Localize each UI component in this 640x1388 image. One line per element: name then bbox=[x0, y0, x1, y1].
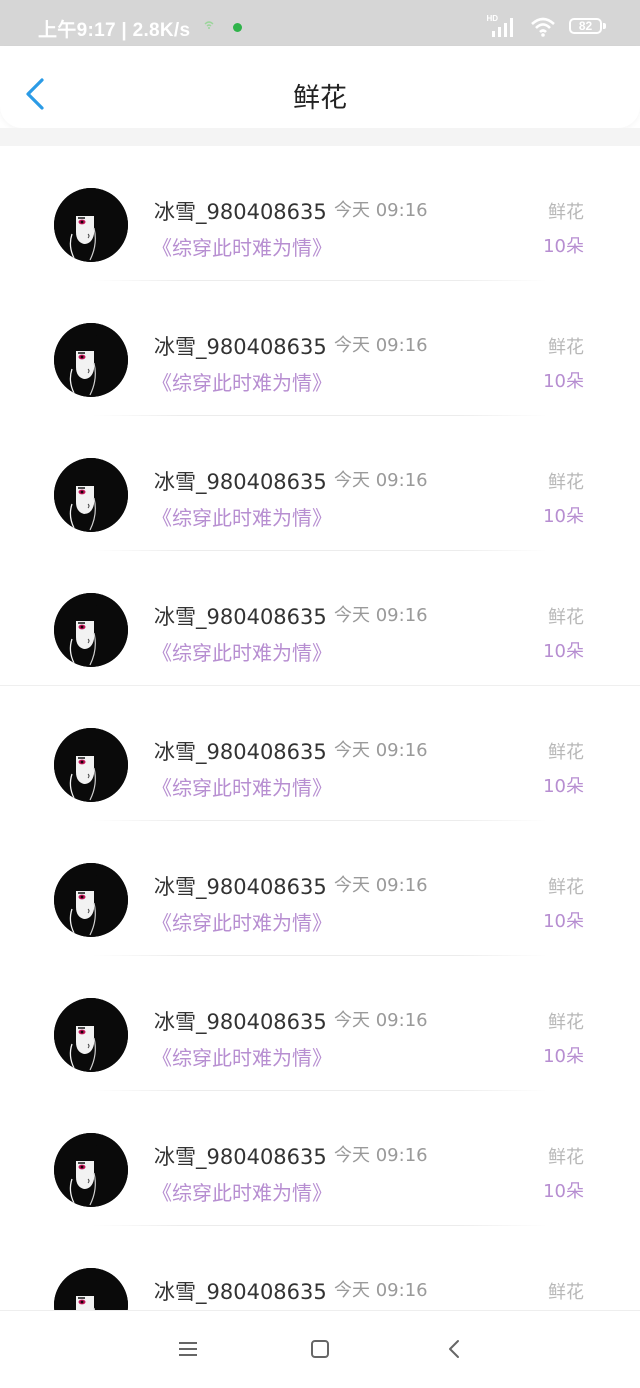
timestamp: 今天 09:16 bbox=[334, 740, 428, 761]
avatar-image bbox=[54, 593, 128, 667]
book-title-link[interactable]: 《综穿此时难为情》 bbox=[152, 907, 332, 936]
gift-type-label: 鲜花 bbox=[548, 337, 584, 358]
flower-list: 冰雪_980408635 今天 09:16 《综穿此时难为情》 鲜花 10朵 冰… bbox=[0, 146, 640, 1310]
timestamp: 今天 09:16 bbox=[334, 1280, 428, 1301]
avatar[interactable] bbox=[54, 863, 128, 937]
book-title-link[interactable]: 《综穿此时难为情》 bbox=[152, 1042, 332, 1071]
username: 冰雪_980408635 bbox=[154, 200, 327, 224]
book-title-link[interactable]: 《综穿此时难为情》 bbox=[152, 232, 332, 261]
home-square-icon[interactable] bbox=[308, 1337, 332, 1361]
avatar[interactable] bbox=[54, 188, 128, 262]
username: 冰雪_980408635 bbox=[154, 1145, 327, 1169]
gift-count: 10朵 bbox=[543, 506, 584, 527]
timestamp: 今天 09:16 bbox=[334, 200, 428, 221]
avatar[interactable] bbox=[54, 323, 128, 397]
status-time-speed: 上午9:17 | 2.8K/s bbox=[38, 20, 191, 41]
avatar[interactable] bbox=[54, 593, 128, 667]
gift-count: 10朵 bbox=[543, 236, 584, 257]
avatar[interactable] bbox=[54, 728, 128, 802]
username: 冰雪_980408635 bbox=[154, 470, 327, 494]
page-title: 鲜花 bbox=[293, 83, 347, 114]
section-line bbox=[0, 685, 640, 686]
username: 冰雪_980408635 bbox=[154, 740, 327, 764]
notification-dot-icon bbox=[233, 23, 242, 32]
gift-type-label: 鲜花 bbox=[548, 1282, 584, 1303]
navigation-bar bbox=[0, 1310, 640, 1388]
username: 冰雪_980408635 bbox=[154, 875, 327, 899]
gift-count: 10朵 bbox=[543, 641, 584, 662]
header: 鲜花 bbox=[0, 46, 640, 128]
avatar[interactable] bbox=[54, 1268, 128, 1310]
gift-type-label: 鲜花 bbox=[548, 1147, 584, 1168]
avatar[interactable] bbox=[54, 1133, 128, 1207]
wifi-icon bbox=[531, 17, 555, 37]
gift-count: 10朵 bbox=[543, 1181, 584, 1202]
gift-count: 10朵 bbox=[543, 911, 584, 932]
list-item[interactable]: 冰雪_980408635 今天 09:16 《综穿此时难为情》 鲜花 10朵 bbox=[0, 1226, 640, 1310]
gift-type-label: 鲜花 bbox=[548, 202, 584, 223]
avatar[interactable] bbox=[54, 458, 128, 532]
avatar-image bbox=[54, 728, 128, 802]
list-item[interactable]: 冰雪_980408635 今天 09:16 《综穿此时难为情》 鲜花 10朵 bbox=[0, 146, 640, 281]
header-separator bbox=[0, 128, 640, 146]
avatar-image bbox=[54, 458, 128, 532]
gift-type-label: 鲜花 bbox=[548, 742, 584, 763]
gift-type-label: 鲜花 bbox=[548, 472, 584, 493]
username: 冰雪_980408635 bbox=[154, 1280, 327, 1304]
book-title-link[interactable]: 《综穿此时难为情》 bbox=[152, 1177, 332, 1206]
avatar-image bbox=[54, 1133, 128, 1207]
gift-type-label: 鲜花 bbox=[548, 877, 584, 898]
avatar-image bbox=[54, 323, 128, 397]
timestamp: 今天 09:16 bbox=[334, 605, 428, 626]
avatar-image bbox=[54, 998, 128, 1072]
book-title-link[interactable]: 《综穿此时难为情》 bbox=[152, 637, 332, 666]
list-item[interactable]: 冰雪_980408635 今天 09:16 《综穿此时难为情》 鲜花 10朵 bbox=[0, 1091, 640, 1226]
gift-count: 10朵 bbox=[543, 1046, 584, 1067]
signal-icon bbox=[492, 18, 513, 37]
gift-type-label: 鲜花 bbox=[548, 607, 584, 628]
timestamp: 今天 09:16 bbox=[334, 1145, 428, 1166]
avatar-image bbox=[54, 863, 128, 937]
book-title-link[interactable]: 《综穿此时难为情》 bbox=[152, 367, 332, 396]
gift-type-label: 鲜花 bbox=[548, 1012, 584, 1033]
book-title-link[interactable]: 《综穿此时难为情》 bbox=[152, 772, 332, 801]
timestamp: 今天 09:16 bbox=[334, 335, 428, 356]
small-wifi-icon bbox=[204, 21, 214, 29]
gift-count: 10朵 bbox=[543, 776, 584, 797]
list-item[interactable]: 冰雪_980408635 今天 09:16 《综穿此时难为情》 鲜花 10朵 bbox=[0, 416, 640, 551]
back-triangle-icon[interactable] bbox=[442, 1337, 466, 1361]
menu-icon[interactable] bbox=[176, 1337, 200, 1361]
avatar-image bbox=[54, 188, 128, 262]
list-item[interactable]: 冰雪_980408635 今天 09:16 《综穿此时难为情》 鲜花 10朵 bbox=[0, 551, 640, 686]
battery-icon: 82 bbox=[569, 18, 606, 34]
username: 冰雪_980408635 bbox=[154, 605, 327, 629]
list-item[interactable]: 冰雪_980408635 今天 09:16 《综穿此时难为情》 鲜花 10朵 bbox=[0, 821, 640, 956]
gift-count: 10朵 bbox=[543, 371, 584, 392]
avatar-image bbox=[54, 1268, 128, 1310]
book-title-link[interactable]: 《综穿此时难为情》 bbox=[152, 502, 332, 531]
avatar[interactable] bbox=[54, 998, 128, 1072]
username: 冰雪_980408635 bbox=[154, 335, 327, 359]
timestamp: 今天 09:16 bbox=[334, 875, 428, 896]
timestamp: 今天 09:16 bbox=[334, 470, 428, 491]
timestamp: 今天 09:16 bbox=[334, 1010, 428, 1031]
list-item[interactable]: 冰雪_980408635 今天 09:16 《综穿此时难为情》 鲜花 10朵 bbox=[0, 956, 640, 1091]
list-item[interactable]: 冰雪_980408635 今天 09:16 《综穿此时难为情》 鲜花 10朵 bbox=[0, 686, 640, 821]
username: 冰雪_980408635 bbox=[154, 1010, 327, 1034]
list-item[interactable]: 冰雪_980408635 今天 09:16 《综穿此时难为情》 鲜花 10朵 bbox=[0, 281, 640, 416]
